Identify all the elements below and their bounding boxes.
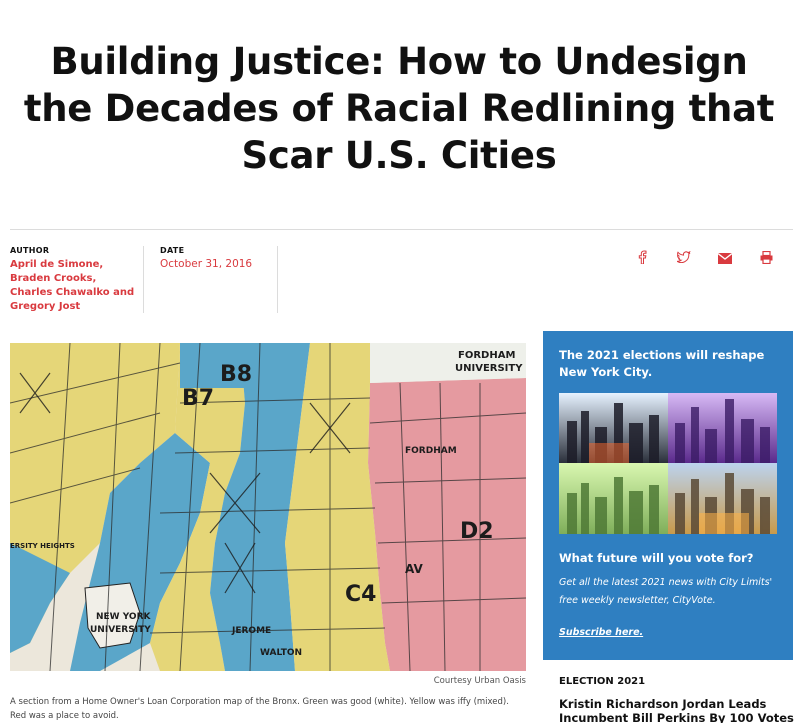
divider — [143, 246, 144, 313]
map-label-av: AV — [405, 562, 423, 576]
skyline-collage — [559, 393, 777, 534]
date-block: DATE October 31, 2016 — [160, 246, 252, 270]
map-label-b8: B8 — [220, 362, 252, 387]
map-label-c4: C4 — [345, 582, 376, 607]
promo-question: What future will you vote for? — [559, 551, 754, 565]
facebook-icon — [638, 250, 647, 264]
divider — [277, 246, 278, 313]
map-label-b7: B7 — [182, 386, 214, 411]
print-icon — [760, 250, 772, 264]
subscribe-link[interactable]: Subscribe here. — [559, 627, 643, 638]
related-section-tag[interactable]: ELECTION 2021 — [559, 676, 645, 687]
map-label-heights: ERSITY HEIGHTS — [10, 542, 75, 550]
email-icon — [718, 252, 732, 264]
author-block: AUTHOR April de Simone, Braden Crooks, C… — [10, 246, 135, 314]
date-value: October 31, 2016 — [160, 258, 253, 270]
skyline-collage-graphic — [559, 393, 777, 534]
facebook-share-button[interactable] — [633, 249, 651, 265]
twitter-share-button[interactable] — [675, 249, 693, 265]
map-label-nyu: UNIVERSITY — [90, 625, 151, 635]
cityvote-promo: The 2021 elections will reshape New York… — [543, 331, 793, 660]
map-label-university: UNIVERSITY — [455, 363, 523, 374]
image-caption: A section from a Home Owner's Loan Corpo… — [10, 697, 509, 721]
date-label: DATE — [160, 246, 185, 255]
hoilc-map-graphic: B8 B7 D2 C4 FORDHAM UNIVERSITY NEW YORK … — [10, 343, 526, 671]
map-label-new-york: NEW YORK — [96, 612, 152, 622]
map-label-jerome: JEROME — [231, 626, 271, 636]
map-label-fordham-street: FORDHAM — [405, 446, 457, 456]
redlining-map-image: B8 B7 D2 C4 FORDHAM UNIVERSITY NEW YORK … — [10, 343, 526, 671]
print-button[interactable] — [757, 249, 775, 265]
article-headline: Building Justice: How to Undesign the De… — [23, 40, 775, 177]
map-label-walton: WALTON — [260, 648, 302, 658]
email-share-button[interactable] — [716, 250, 734, 266]
related-story-title[interactable]: Kristin Richardson Jordan Leads Incumben… — [559, 697, 795, 723]
divider — [10, 229, 793, 230]
map-label-d2: D2 — [460, 519, 494, 544]
promo-description: Get all the latest 2021 news with City L… — [559, 577, 773, 606]
author-names[interactable]: April de Simone, Braden Crooks, Charles … — [10, 258, 135, 314]
twitter-icon — [677, 251, 691, 263]
map-label-fordham: FORDHAM — [458, 350, 515, 361]
promo-title: The 2021 elections will reshape New York… — [559, 348, 765, 379]
image-credit: Courtesy Urban Oasis — [433, 676, 526, 686]
author-label: AUTHOR — [10, 246, 50, 255]
